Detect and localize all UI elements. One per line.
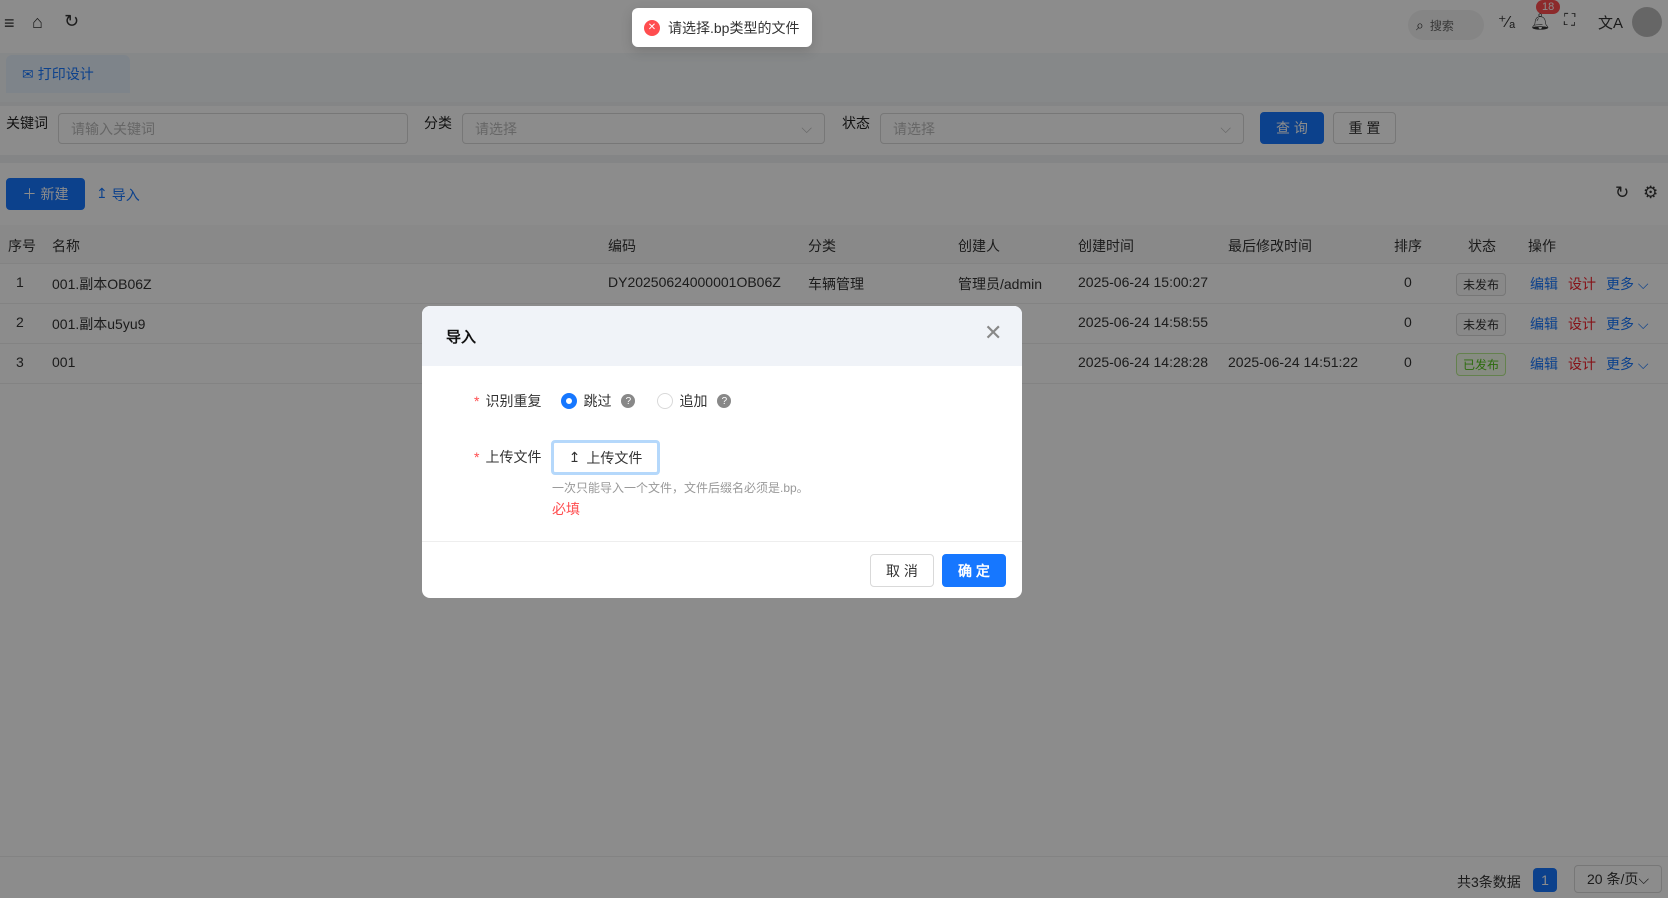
help-icon[interactable]: ? <box>717 394 732 408</box>
dialog-title: 导入 <box>446 329 477 346</box>
help-icon[interactable]: ? <box>621 394 636 408</box>
ok-button[interactable]: 确 定 <box>942 554 1006 587</box>
upload-hint: 一次只能导入一个文件，文件后缀名必须是.bp。 <box>552 481 809 495</box>
upload-icon: ↥ <box>568 449 581 465</box>
radio-append[interactable] <box>657 393 674 409</box>
dup-label: 识别重复 <box>485 393 542 409</box>
import-dialog: 导入 ✕ * 识别重复 跳过? 追加? * 上传文件 ↥ 上传文件 一次只能导入一个文… <box>422 306 1022 598</box>
close-icon[interactable]: ✕ <box>984 320 1002 346</box>
error-icon: ✕ <box>644 19 660 36</box>
upload-file-button[interactable]: ↥ 上传文件 <box>551 440 660 475</box>
cancel-button[interactable]: 取 消 <box>870 554 934 587</box>
required-error: 必填 <box>552 501 580 517</box>
error-toast: ✕ 请选择.bp类型的文件 <box>632 8 812 47</box>
radio-skip[interactable] <box>561 393 578 409</box>
dialog-header: 导入 ✕ <box>422 306 1022 366</box>
upload-label: 上传文件 <box>485 449 542 465</box>
